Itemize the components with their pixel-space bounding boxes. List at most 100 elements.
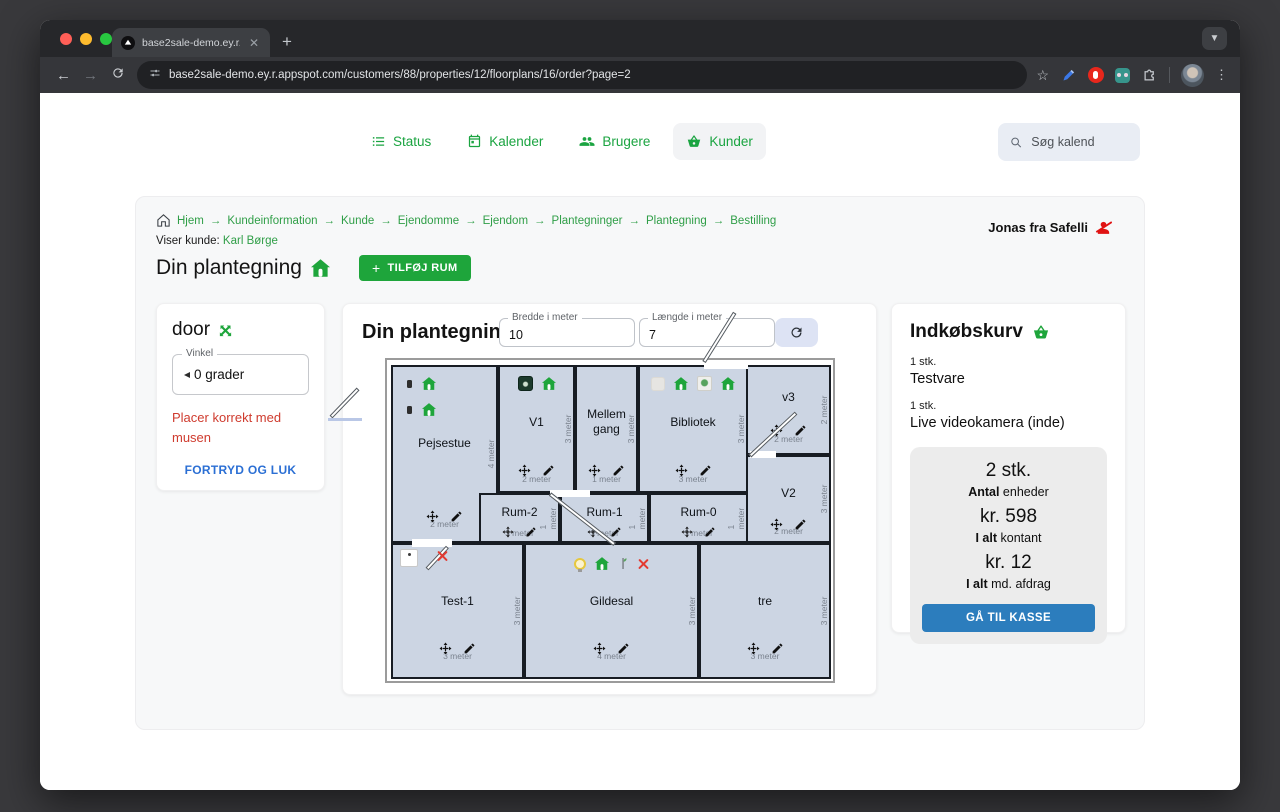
floorplan-canvas[interactable]: Pejsestue 2 meter 4 meter V1: [385, 358, 835, 683]
back-button[interactable]: ←: [50, 67, 77, 84]
move-icon[interactable]: [439, 642, 452, 655]
breadcrumb-link[interactable]: Bestilling: [730, 215, 776, 227]
room-pejsestue[interactable]: Pejsestue 2 meter 4 meter: [391, 365, 498, 543]
units-label-rest: enheder: [999, 485, 1048, 499]
edit-icon[interactable]: [794, 518, 807, 531]
add-room-button[interactable]: + TILFØJ RUM: [359, 255, 471, 281]
breadcrumb-link[interactable]: Hjem: [177, 215, 204, 227]
forward-button[interactable]: →: [77, 67, 104, 84]
refresh-plan-button[interactable]: [775, 318, 818, 347]
edit-icon[interactable]: [704, 526, 716, 538]
nav-item-brugere[interactable]: Brugere: [566, 123, 663, 160]
room-items: [526, 557, 697, 570]
angle-field[interactable]: Vinkel 0 grader: [172, 354, 309, 395]
edit-icon[interactable]: [610, 526, 622, 538]
room-bibliotek[interactable]: Bibliotek 3 meter 3 meter: [638, 365, 748, 493]
move-icon[interactable]: [681, 526, 693, 538]
edit-icon[interactable]: [617, 642, 630, 655]
move-icon[interactable]: [518, 464, 531, 477]
move-icon[interactable]: [770, 518, 783, 531]
product-image-icon[interactable]: [400, 549, 418, 567]
move-icon[interactable]: [593, 642, 606, 655]
search-input[interactable]: [1031, 135, 1128, 149]
remove-item-icon[interactable]: [638, 558, 649, 569]
room-rum-0[interactable]: Rum-0 3 meter 1 meter: [649, 493, 748, 543]
width-field[interactable]: Bredde i meter: [499, 318, 635, 347]
edit-icon[interactable]: [450, 510, 463, 523]
breadcrumb-link[interactable]: Ejendomme: [398, 215, 459, 227]
sensor-icon[interactable]: [618, 557, 629, 570]
breadcrumb-link[interactable]: Kunde: [341, 215, 374, 227]
move-icon[interactable]: [675, 464, 688, 477]
product-image-icon[interactable]: [697, 376, 712, 391]
edit-icon[interactable]: [771, 642, 784, 655]
close-window-button[interactable]: [60, 33, 72, 45]
room-mellemgang[interactable]: Mellemgang 1 meter 3 meter: [575, 365, 638, 493]
product-image-icon[interactable]: [518, 376, 533, 391]
browser-tab[interactable]: base2sale-demo.ey.r.appspo ✕: [112, 28, 270, 57]
length-field[interactable]: Længde i meter: [639, 318, 775, 347]
new-tab-button[interactable]: +: [282, 32, 292, 52]
logout-icon[interactable]: [1095, 219, 1112, 236]
edit-icon[interactable]: [525, 526, 537, 538]
minimize-window-button[interactable]: [80, 33, 92, 45]
room-gildesal[interactable]: Gildesal 4 meter 3 meter: [524, 543, 699, 679]
zoom-window-button[interactable]: [100, 33, 112, 45]
product-dot-icon[interactable]: [407, 380, 412, 388]
edit-icon[interactable]: [542, 464, 555, 477]
house-item-icon[interactable]: [422, 403, 436, 416]
room-tools: [640, 464, 746, 477]
room-height-label: 3 meter: [512, 597, 522, 626]
move-icon[interactable]: [426, 510, 439, 523]
profile-avatar[interactable]: [1181, 64, 1204, 87]
bookmark-star-icon[interactable]: ☆: [1036, 67, 1049, 84]
nav-item-kalender[interactable]: Kalender: [454, 123, 556, 160]
browser-menu-icon[interactable]: ⋮: [1215, 67, 1228, 83]
tab-search-chevron-icon[interactable]: ▼: [1202, 27, 1227, 50]
lightbulb-icon[interactable]: [574, 558, 586, 570]
cash-label-bold: I alt: [975, 531, 997, 545]
nav-item-status[interactable]: Status: [358, 123, 444, 160]
room-v3[interactable]: v3 2 meter 2 meter: [746, 365, 831, 455]
house-item-icon[interactable]: [542, 377, 556, 390]
url-bar[interactable]: base2sale-demo.ey.r.appspot.com/customer…: [137, 61, 1027, 89]
cancel-link[interactable]: FORTRYD OG LUK: [172, 463, 309, 477]
breadcrumb-link[interactable]: Plantegning: [646, 215, 707, 227]
room-tre[interactable]: tre 3 meter 3 meter: [699, 543, 831, 679]
remove-door-icon[interactable]: [437, 550, 448, 561]
angle-value-row[interactable]: 0 grader: [173, 355, 308, 394]
house-item-icon[interactable]: [674, 377, 688, 390]
product-image-icon[interactable]: [651, 377, 665, 391]
move-icon[interactable]: [502, 526, 514, 538]
house-item-icon[interactable]: [595, 557, 609, 570]
house-item-icon[interactable]: [721, 377, 735, 390]
reload-button[interactable]: [104, 66, 131, 84]
cash-label-rest: kontant: [997, 531, 1041, 545]
edit-icon[interactable]: [463, 642, 476, 655]
search-box[interactable]: [998, 123, 1140, 161]
edit-icon[interactable]: [794, 424, 807, 437]
checkout-button[interactable]: GÅ TIL KASSE: [922, 604, 1095, 632]
extension-dropper-icon[interactable]: [1060, 67, 1077, 84]
extensions-puzzle-icon[interactable]: [1141, 67, 1158, 84]
site-settings-icon[interactable]: [149, 66, 161, 84]
breadcrumb-link[interactable]: Ejendom: [483, 215, 528, 227]
breadcrumb-link[interactable]: Kundeinformation: [227, 215, 317, 227]
breadcrumb-link[interactable]: Plantegninger: [552, 215, 623, 227]
tab-close-icon[interactable]: ✕: [247, 37, 261, 49]
move-icon[interactable]: [588, 464, 601, 477]
customer-name-link[interactable]: Karl Børge: [223, 235, 278, 247]
nav-item-kunder[interactable]: Kunder: [673, 123, 766, 160]
move-icon[interactable]: [747, 642, 760, 655]
product-dot-icon[interactable]: [407, 406, 412, 414]
room-v1[interactable]: V1 2 meter 3 meter: [498, 365, 575, 493]
edit-icon[interactable]: [699, 464, 712, 477]
room-v2[interactable]: V2 2 meter 3 meter: [746, 455, 831, 543]
extension-teal-icon[interactable]: [1115, 68, 1130, 83]
house-item-icon[interactable]: [422, 377, 436, 390]
width-input[interactable]: [500, 319, 634, 346]
length-input[interactable]: [640, 319, 774, 346]
edit-icon[interactable]: [612, 464, 625, 477]
dragged-door-base: [328, 418, 362, 421]
extension-red-icon[interactable]: [1088, 67, 1104, 83]
